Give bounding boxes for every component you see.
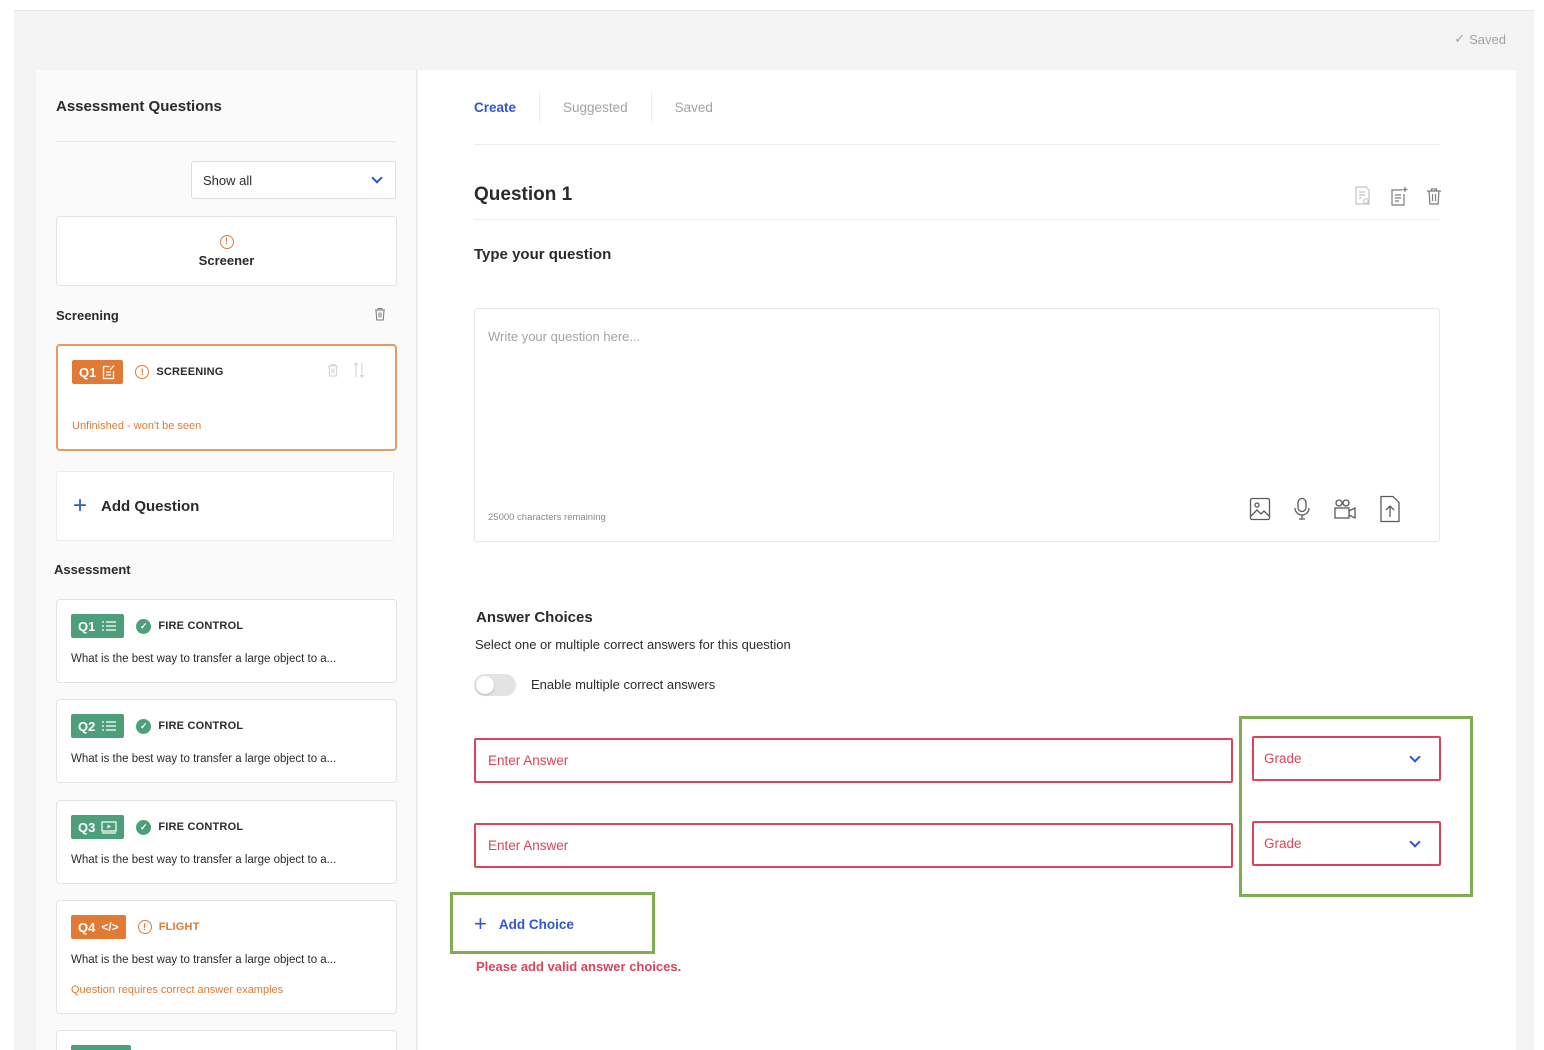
answer-choices-title: Answer Choices xyxy=(476,609,593,626)
question-type: ! FLIGHT xyxy=(137,920,200,934)
check-circle-icon: ✓ xyxy=(136,718,152,734)
answer-input[interactable] xyxy=(474,823,1233,868)
highlight-box-grade xyxy=(1239,716,1473,897)
chevron-down-icon xyxy=(371,172,383,184)
assessment-section-label: Assessment xyxy=(54,562,131,577)
warning-icon: ! xyxy=(135,365,150,379)
plus-icon: + xyxy=(73,492,88,519)
add-document-icon[interactable] xyxy=(1390,186,1408,206)
assessment-question-card[interactable] xyxy=(56,1030,397,1050)
question-badge-label: Q4 xyxy=(78,919,96,935)
trash-icon[interactable] xyxy=(374,307,386,321)
question-badge: Q1 xyxy=(72,360,124,384)
answer-input[interactable] xyxy=(474,738,1233,783)
question-type-label: FLIGHT xyxy=(158,921,200,933)
saved-status-label: Saved xyxy=(1469,31,1506,47)
drag-handle-icon[interactable] xyxy=(353,362,365,378)
multiple-answers-label: Enable multiple correct answers xyxy=(531,677,716,692)
question-badge xyxy=(71,1045,131,1050)
sidebar-title: Assessment Questions xyxy=(56,98,222,115)
edit-document-icon xyxy=(103,365,115,380)
tabs-divider xyxy=(474,144,1440,145)
question-card-header: Q3 ✓ FIRE CONTROL xyxy=(71,815,243,839)
code-icon: </> xyxy=(101,920,119,934)
assessment-question-card[interactable]: Q3 ✓ FIRE CONTROL What is the best way t… xyxy=(56,800,397,884)
question-badge: Q2 xyxy=(71,714,125,738)
question-type-label: FIRE CONTROL xyxy=(158,720,244,732)
question-type: ! SCREENING xyxy=(135,365,223,379)
warning-icon: ! xyxy=(219,234,234,249)
tab-create[interactable]: Create xyxy=(474,92,539,122)
tab-suggested[interactable]: Suggested xyxy=(539,92,651,122)
question-text: What is the best way to transfer a large… xyxy=(71,954,337,966)
video-icon xyxy=(101,820,117,834)
question-badge: Q3 xyxy=(71,815,125,839)
check-circle-icon: ✓ xyxy=(136,819,152,835)
media-toolbar xyxy=(1249,495,1401,523)
question-tools xyxy=(1354,186,1442,206)
trash-icon[interactable] xyxy=(327,363,339,377)
question-note: Unfinished - won't be seen xyxy=(72,420,202,432)
filter-select[interactable]: Show all xyxy=(191,161,396,199)
assessment-question-card[interactable]: Q1 ✓ FIRE CONTROL What is the best way t… xyxy=(56,599,397,683)
warning-icon: ! xyxy=(137,920,152,934)
assessment-question-card[interactable]: Q4 </> ! FLIGHT What is the best way to … xyxy=(56,900,397,1014)
question-badge: Q4 </> xyxy=(71,915,126,939)
title-divider xyxy=(474,219,1440,220)
toggle-knob xyxy=(476,676,494,694)
upload-file-icon[interactable] xyxy=(1379,495,1401,523)
highlight-box-add-choice xyxy=(450,892,655,954)
question-title: Question 1 xyxy=(474,184,573,205)
question-badge-label: Q1 xyxy=(79,364,97,380)
trash-icon[interactable] xyxy=(1426,187,1442,205)
screener-label: Screener xyxy=(198,252,255,268)
question-badge: Q1 xyxy=(71,614,125,638)
question-card-header: Q4 </> ! FLIGHT xyxy=(71,915,200,939)
microphone-icon[interactable] xyxy=(1293,497,1311,521)
question-type: ✓ FIRE CONTROL xyxy=(136,618,244,634)
multiple-answers-toggle[interactable] xyxy=(474,674,516,696)
add-question-label: Add Question xyxy=(101,497,200,515)
question-text: What is the best way to transfer a large… xyxy=(71,653,337,665)
question-editor[interactable]: Write your question here... 25000 charac… xyxy=(474,308,1440,542)
check-icon: ✓ xyxy=(1454,31,1466,46)
question-note: Question requires correct answer example… xyxy=(71,984,284,996)
sidebar: Assessment Questions Show all ! Screener… xyxy=(36,70,417,1050)
answer-error-message: Please add valid answer choices. xyxy=(476,959,682,974)
preview-document-icon[interactable] xyxy=(1354,186,1372,206)
video-camera-icon[interactable] xyxy=(1333,498,1357,520)
question-badge-label: Q1 xyxy=(78,618,96,634)
tab-bar: Create Suggested Saved xyxy=(474,92,736,122)
assessment-question-card[interactable]: Q2 ✓ FIRE CONTROL What is the best way t… xyxy=(56,699,397,783)
question-type-label: FIRE CONTROL xyxy=(158,620,244,632)
question-badge-label: Q2 xyxy=(78,718,96,734)
question-type: ✓ FIRE CONTROL xyxy=(136,819,244,835)
saved-status: ✓ Saved xyxy=(1454,31,1506,47)
screening-question-card[interactable]: Q1 ! SCREENING Unfinished - won't be see… xyxy=(56,344,397,451)
check-circle-icon: ✓ xyxy=(136,618,152,634)
question-card-header: Q2 ✓ FIRE CONTROL xyxy=(71,714,243,738)
screener-card[interactable]: ! Screener xyxy=(56,216,397,286)
type-question-label: Type your question xyxy=(474,246,612,263)
card-tools xyxy=(327,362,365,378)
tab-saved[interactable]: Saved xyxy=(650,92,736,122)
sidebar-divider xyxy=(56,141,396,142)
question-card-header: Q1 ! SCREENING xyxy=(72,360,224,384)
list-icon xyxy=(102,721,117,731)
filter-select-value: Show all xyxy=(203,172,253,188)
question-placeholder: Write your question here... xyxy=(488,329,641,344)
question-type-label: FIRE CONTROL xyxy=(158,821,244,833)
answer-choices-hint: Select one or multiple correct answers f… xyxy=(475,637,791,652)
question-type-label: SCREENING xyxy=(156,366,224,378)
screening-section-label: Screening xyxy=(56,308,119,323)
question-card-header: Q1 ✓ FIRE CONTROL xyxy=(71,614,243,638)
question-type: ✓ FIRE CONTROL xyxy=(136,718,244,734)
add-question-button[interactable]: + Add Question xyxy=(56,471,394,541)
image-icon[interactable] xyxy=(1249,497,1271,521)
question-text: What is the best way to transfer a large… xyxy=(71,854,337,866)
question-text: What is the best way to transfer a large… xyxy=(71,753,337,765)
question-badge-label: Q3 xyxy=(78,819,96,835)
char-count: 25000 characters remaining xyxy=(488,512,606,523)
list-icon xyxy=(102,621,117,631)
